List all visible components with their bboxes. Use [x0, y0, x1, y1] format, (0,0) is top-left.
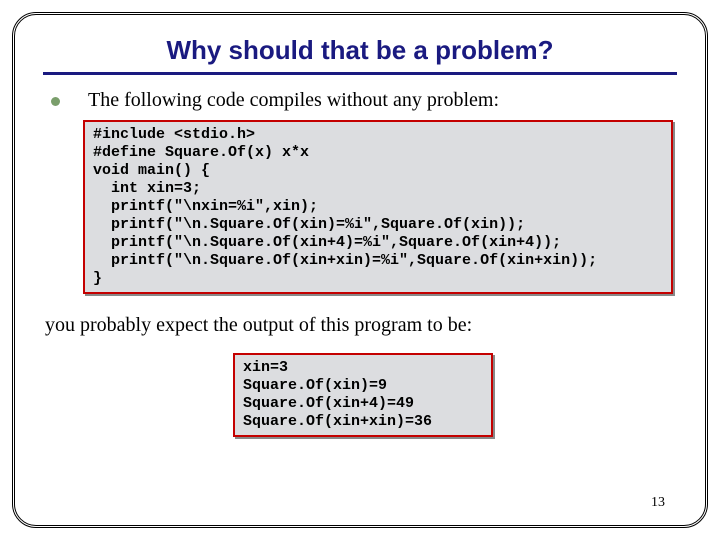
body-text: you probably expect the output of this p…	[45, 314, 677, 337]
code-block-output: xin=3 Square.Of(xin)=9 Square.Of(xin+4)=…	[233, 353, 493, 437]
bullet-row: The following code compiles without any …	[51, 89, 677, 112]
code-block-source: #include <stdio.h> #define Square.Of(x) …	[83, 120, 673, 294]
bullet-icon	[51, 97, 60, 106]
page-number: 13	[651, 495, 665, 511]
slide-frame: Why should that be a problem? The follow…	[12, 12, 708, 528]
slide-title: Why should that be a problem?	[43, 35, 677, 72]
slide-content: Why should that be a problem? The follow…	[15, 15, 705, 447]
title-underline	[43, 72, 677, 75]
bullet-text: The following code compiles without any …	[88, 89, 499, 112]
